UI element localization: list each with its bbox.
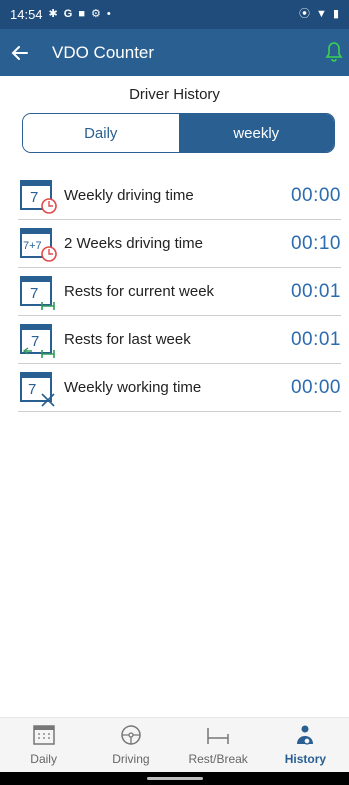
row-value: 00:00 bbox=[290, 184, 341, 206]
tab-daily[interactable]: Daily bbox=[23, 114, 179, 152]
bottom-nav: Daily Driving Rest/Break History bbox=[0, 717, 349, 772]
app-bar: VDO Counter bbox=[0, 29, 349, 76]
location-status-icon: ⦿ bbox=[299, 8, 311, 20]
svg-text:7: 7 bbox=[28, 381, 36, 398]
app-title: VDO Counter bbox=[52, 42, 155, 62]
row-label: Weekly working time bbox=[64, 379, 202, 396]
wifi-status-icon: ▼ bbox=[316, 8, 327, 20]
svg-text:7+7: 7+7 bbox=[23, 240, 42, 252]
gear-status-icon: ⚙ bbox=[90, 8, 101, 20]
list-item-weekly-driving[interactable]: 7 Weekly driving time 00:00 bbox=[18, 172, 341, 220]
list-item-rests-current-week[interactable]: 7 Rests for current week 00:01 bbox=[18, 268, 341, 316]
nav-label: Driving bbox=[112, 752, 150, 766]
page-title: Driver History bbox=[129, 86, 220, 103]
steering-wheel-icon bbox=[121, 725, 141, 745]
battery-status-icon: ▮ bbox=[332, 8, 339, 20]
bed-icon bbox=[207, 728, 229, 744]
calendar-tools-icon: 7 bbox=[20, 371, 55, 407]
google-status-icon: G bbox=[63, 8, 73, 20]
nav-label: Rest/Break bbox=[188, 752, 248, 766]
folder-status-icon: ■ bbox=[78, 8, 85, 20]
calendar-clock-icon: 7+7 bbox=[20, 227, 57, 262]
bell-icon[interactable] bbox=[325, 41, 343, 63]
nav-item-driving[interactable]: Driving bbox=[87, 718, 174, 772]
nav-item-rest-break[interactable]: Rest/Break bbox=[175, 718, 262, 772]
nav-label: History bbox=[284, 752, 327, 766]
svg-text:7: 7 bbox=[30, 189, 38, 206]
home-indicator[interactable] bbox=[147, 777, 203, 780]
back-button[interactable] bbox=[0, 29, 40, 76]
row-value: 00:01 bbox=[290, 280, 341, 302]
list-item-weekly-working[interactable]: 7 Weekly working time 00:00 bbox=[18, 364, 341, 412]
row-value: 00:01 bbox=[290, 328, 341, 350]
row-label: Weekly driving time bbox=[64, 187, 194, 204]
arrow-left-icon bbox=[11, 45, 28, 60]
row-value: 00:10 bbox=[290, 232, 341, 254]
nav-label: Daily bbox=[30, 752, 57, 766]
calendar-clock-icon: 7 bbox=[20, 179, 57, 214]
row-label: Rests for last week bbox=[64, 331, 191, 348]
calendar-bed-back-icon: 7 bbox=[20, 323, 55, 358]
dot-status-icon: • bbox=[106, 8, 111, 20]
nav-item-history[interactable]: History bbox=[262, 718, 349, 772]
svg-text:7: 7 bbox=[30, 285, 38, 302]
row-label: Rests for current week bbox=[64, 283, 215, 300]
settings-status-icon: ✱ bbox=[48, 8, 58, 20]
driver-icon bbox=[297, 725, 314, 745]
status-time: 14:54 bbox=[10, 7, 43, 22]
row-label: 2 Weeks driving time bbox=[64, 235, 203, 252]
nav-item-daily[interactable]: Daily bbox=[0, 718, 87, 772]
list-item-two-weeks-driving[interactable]: 7+7 2 Weeks driving time 00:10 bbox=[18, 220, 341, 268]
period-tabs: Daily weekly bbox=[22, 113, 335, 153]
history-list: 7 Weekly driving time 00:00 7+7 2 Weeks … bbox=[18, 172, 341, 412]
row-value: 00:00 bbox=[290, 376, 341, 398]
calendar-grid-icon bbox=[32, 725, 55, 745]
svg-text:7: 7 bbox=[31, 333, 39, 350]
calendar-bed-icon: 7 bbox=[20, 275, 55, 310]
status-bar: 14:54 ✱ G ■ ⚙ • ⦿ ▼ ▮ bbox=[0, 0, 349, 29]
tab-weekly[interactable]: weekly bbox=[178, 114, 334, 152]
list-item-rests-last-week[interactable]: 7 Rests for last week 00:01 bbox=[18, 316, 341, 364]
system-gesture-bar bbox=[0, 772, 349, 785]
